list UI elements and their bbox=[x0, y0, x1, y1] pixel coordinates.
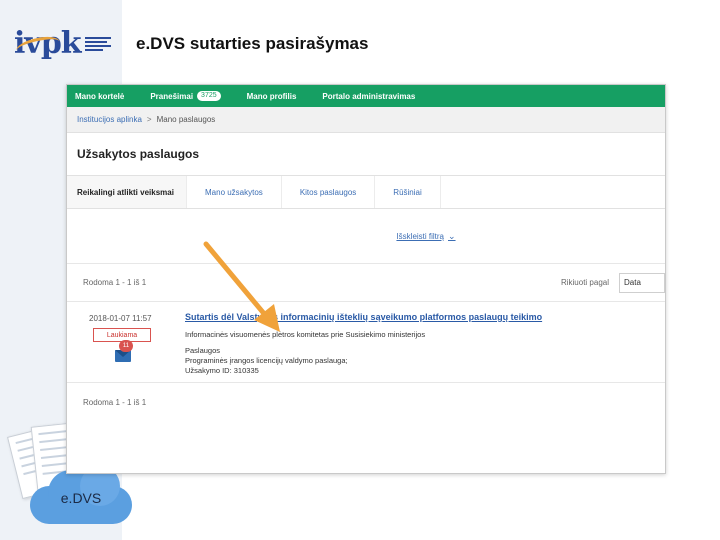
result-summary-bar-bottom: Rodoma 1 - 1 iš 1 bbox=[67, 383, 665, 421]
item-service: Programinės įrangos licencijų valdymo pa… bbox=[185, 356, 348, 365]
list-item: 2018-01-07 11:57 Laukiama 11 Sutartis dė… bbox=[67, 301, 665, 383]
slide: ivpk e.DVS sutarties pasirašymas e.DVS M… bbox=[0, 0, 720, 540]
cloud-icon: e.DVS bbox=[30, 466, 132, 524]
sort-select[interactable]: Data bbox=[619, 272, 665, 293]
item-organization: Informacinės visuomenės plėtros komiteta… bbox=[185, 330, 426, 339]
item-category: Paslaugos bbox=[185, 346, 221, 355]
logo-tagline-lines bbox=[84, 36, 111, 51]
tab-types[interactable]: Rūšiniai bbox=[375, 176, 441, 208]
nav-item-portal-admin[interactable]: Portalo administravimas bbox=[322, 92, 415, 101]
mail-count-badge: 11 bbox=[119, 340, 133, 352]
sort-control: Rikiuoti pagal Data bbox=[560, 272, 665, 293]
tab-my-orders[interactable]: Mano užsakytos bbox=[187, 176, 282, 208]
breadcrumb-parent-link[interactable]: Institucijos aplinka bbox=[77, 115, 142, 124]
nav-item-my-profile[interactable]: Mano profilis bbox=[247, 92, 297, 101]
portal-window: Mano kortelė Pranešimai 3725 Mano profil… bbox=[66, 84, 666, 474]
nav-item-label: Pranešimai bbox=[150, 91, 194, 101]
result-summary-bar: Rodoma 1 - 1 iš 1 Rikiuoti pagal Data bbox=[67, 263, 665, 301]
expand-filter-link[interactable]: Išskleisti filtrą ⌄ bbox=[396, 231, 455, 242]
sort-label: Rikiuoti pagal bbox=[560, 278, 609, 287]
page-title: Užsakytos paslaugos bbox=[77, 147, 200, 161]
item-order-id: Užsakymo ID: 310335 bbox=[185, 366, 259, 375]
cloud-label: e.DVS bbox=[60, 490, 102, 506]
breadcrumb: Institucijos aplinka > Mano paslaugos bbox=[67, 107, 665, 133]
nav-item-my-card[interactable]: Mano kortelė bbox=[75, 92, 124, 101]
contract-title-link[interactable]: Sutartis dėl Valstybės informacinių ište… bbox=[185, 312, 542, 322]
filter-expand-row: Išskleisti filtrą ⌄ bbox=[67, 209, 665, 263]
breadcrumb-current: Mano paslaugos bbox=[156, 115, 216, 124]
result-count-bottom: Rodoma 1 - 1 iš 1 bbox=[83, 397, 147, 407]
nav-item-label: Mano kortelė bbox=[75, 91, 125, 101]
top-navigation: Mano kortelė Pranešimai 3725 Mano profil… bbox=[67, 85, 665, 107]
slide-title: e.DVS sutarties pasirašymas bbox=[136, 34, 369, 53]
notification-count-badge: 3725 bbox=[197, 91, 221, 101]
result-count: Rodoma 1 - 1 iš 1 bbox=[83, 278, 147, 287]
nav-item-label: Portalo administravimas bbox=[322, 91, 416, 101]
tab-bar: Reikalingi atlikti veiksmai Mano užsakyt… bbox=[67, 175, 665, 209]
tab-required-actions[interactable]: Reikalingi atlikti veiksmai bbox=[67, 176, 187, 208]
ivpk-logo: ivpk bbox=[14, 26, 111, 61]
nav-item-notifications[interactable]: Pranešimai 3725 bbox=[150, 91, 221, 101]
item-date: 2018-01-07 11:57 bbox=[89, 314, 152, 323]
breadcrumb-separator: > bbox=[146, 115, 152, 124]
nav-item-label: Mano profilis bbox=[246, 91, 297, 101]
chevron-down-icon: ⌄ bbox=[448, 230, 456, 241]
expand-filter-label: Išskleisti filtrą bbox=[396, 231, 444, 241]
tab-other-services[interactable]: Kitos paslaugos bbox=[282, 176, 376, 208]
